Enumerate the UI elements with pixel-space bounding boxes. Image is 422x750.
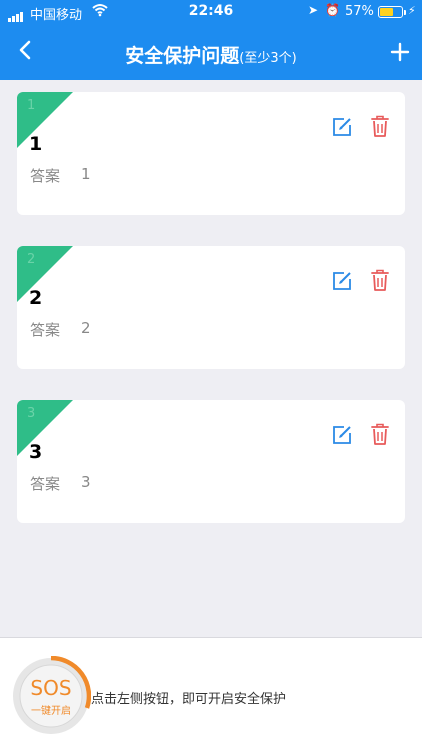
corner-ribbon — [17, 246, 73, 302]
corner-ribbon — [17, 92, 73, 148]
answer-label: 答案 — [30, 475, 61, 493]
delete-button[interactable] — [371, 269, 389, 292]
battery-percent: 57% — [345, 4, 374, 19]
battery-icon — [378, 6, 406, 18]
sos-button[interactable]: SOS 一键开启 — [11, 655, 92, 736]
answer-value: 2 — [81, 319, 91, 337]
question-index: 1 — [27, 98, 36, 113]
delete-button[interactable] — [371, 423, 389, 446]
sos-hint: 点击左侧按钮，即可开启安全保护 — [91, 692, 287, 707]
answer-value: 3 — [81, 473, 91, 491]
question-text: 1 — [29, 133, 43, 155]
charging-icon: ⚡ — [408, 4, 416, 17]
answer-label: 答案 — [30, 167, 61, 185]
edit-button[interactable] — [331, 424, 353, 446]
edit-icon — [333, 426, 351, 444]
nav-bar: 安全保护问题(至少3个) — [0, 24, 422, 80]
delete-button[interactable] — [371, 115, 389, 138]
question-index: 3 — [27, 406, 36, 421]
sos-sublabel: 一键开启 — [31, 706, 71, 717]
page-title-text: 安全保护问题 — [125, 45, 240, 67]
question-index: 2 — [27, 252, 36, 267]
question-card: 1 1 答案 1 — [17, 92, 405, 215]
answer-label: 答案 — [30, 321, 61, 339]
question-card: 2 2 答案 2 — [17, 246, 405, 369]
question-text: 2 — [29, 287, 43, 309]
edit-button[interactable] — [331, 270, 353, 292]
page-title: 安全保护问题(至少3个) — [0, 41, 422, 68]
corner-ribbon — [17, 400, 73, 456]
alarm-clock-icon: ⏰ — [325, 3, 340, 17]
plus-icon — [390, 42, 410, 62]
edit-button[interactable] — [331, 116, 353, 138]
trash-icon — [371, 269, 389, 291]
sos-label: SOS — [30, 676, 72, 700]
add-question-button[interactable] — [390, 42, 410, 62]
battery-level — [380, 8, 394, 16]
answer-value: 1 — [81, 165, 91, 183]
page-subtitle: (至少3个) — [239, 51, 297, 66]
question-text: 3 — [29, 441, 43, 463]
question-card: 3 3 答案 3 — [17, 400, 405, 523]
trash-icon — [371, 115, 389, 137]
edit-icon — [333, 272, 351, 290]
trash-icon — [371, 423, 389, 445]
location-arrow-icon: ➤ — [308, 3, 319, 17]
status-bar: 中国移动 22:46 ➤ ⏰ 57% ⚡ — [0, 0, 422, 24]
edit-icon — [333, 118, 351, 136]
sos-panel: SOS 一键开启 点击左侧按钮，即可开启安全保护 — [0, 637, 422, 750]
